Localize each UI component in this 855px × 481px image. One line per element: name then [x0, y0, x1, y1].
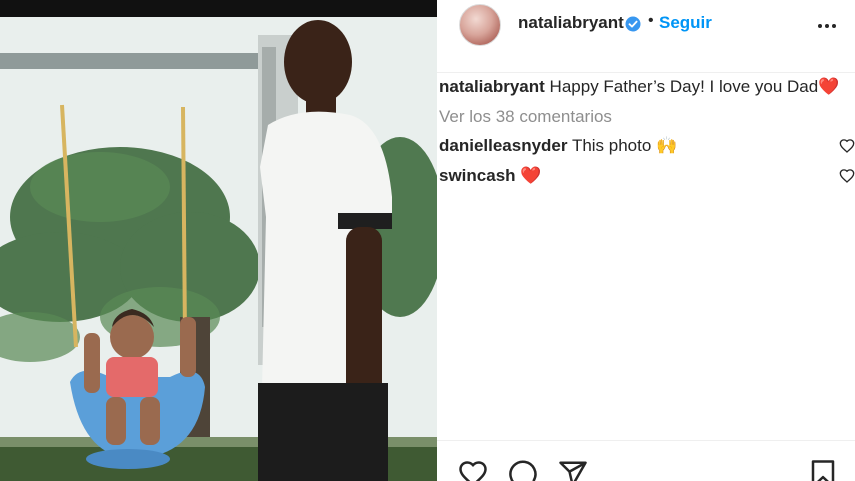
post-caption: nataliabryant Happy Father’s Day! I love… — [439, 77, 839, 97]
more-options-icon[interactable] — [815, 14, 839, 38]
caption-text: Happy Father’s Day! I love you Dad — [549, 77, 819, 96]
post-photo[interactable] — [0, 0, 437, 481]
comment-like-heart-icon[interactable] — [839, 138, 855, 154]
comment-emoji: ❤️ — [520, 166, 542, 185]
comment-username[interactable]: swincash — [439, 166, 516, 185]
heart-icon[interactable] — [457, 459, 489, 481]
comment-item: danielleasnyder This photo 🙌 — [439, 136, 677, 156]
photo-top-bar — [0, 0, 437, 17]
photo-illustration — [0, 17, 437, 481]
post-header: nataliabryant • Seguir — [437, 0, 855, 73]
comment-emoji: 🙌 — [656, 136, 678, 155]
header-separator: • — [648, 12, 654, 29]
comment-username[interactable]: danielleasnyder — [439, 136, 568, 155]
share-icon[interactable] — [557, 459, 589, 481]
follow-button[interactable]: Seguir — [659, 13, 712, 33]
caption-username[interactable]: nataliabryant — [439, 77, 545, 96]
comment-text: This photo — [571, 136, 652, 155]
view-all-comments-link[interactable]: Ver los 38 comentarios — [439, 107, 612, 127]
comment-item: swincash ❤️ — [439, 166, 541, 186]
header-username[interactable]: nataliabryant — [518, 13, 624, 33]
verified-badge-icon — [625, 16, 641, 32]
bookmark-icon[interactable] — [807, 459, 839, 481]
post-side-panel: nataliabryant • Seguir nataliabryant Hap… — [437, 0, 855, 481]
comment-like-heart-icon[interactable] — [839, 168, 855, 184]
caption-emoji: ❤️ — [818, 77, 840, 96]
avatar[interactable] — [459, 4, 501, 46]
comment-icon[interactable] — [507, 459, 539, 481]
post-action-bar — [437, 440, 855, 481]
